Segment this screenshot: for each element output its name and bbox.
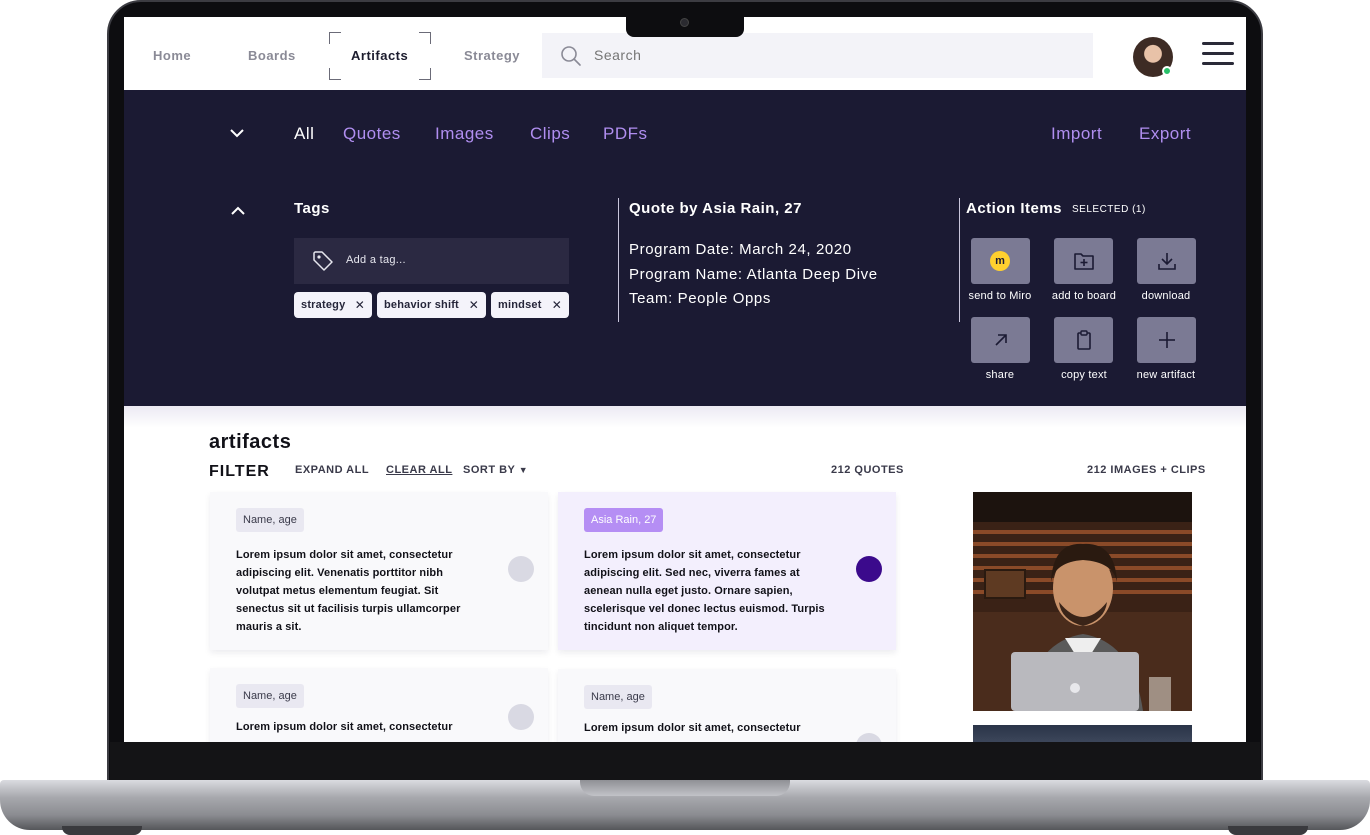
search-input[interactable]	[594, 33, 1074, 78]
clear-all-button[interactable]: CLEAR ALL	[386, 464, 452, 476]
nav-home[interactable]: Home	[153, 48, 191, 63]
chevron-down-icon[interactable]	[230, 128, 244, 138]
export-link[interactable]: Export	[1139, 124, 1191, 144]
add-tag-field[interactable]: Add a tag...	[294, 238, 569, 284]
arrow-up-right-icon	[995, 334, 1007, 346]
tab-quotes[interactable]: Quotes	[343, 124, 401, 144]
quote-card[interactable]: Name, age Lorem ipsum dolor sit amet, co…	[558, 669, 896, 742]
clipboard-icon	[1077, 330, 1091, 350]
new-artifact-button[interactable]	[1137, 317, 1196, 363]
search-icon	[561, 46, 581, 66]
download-label: download	[1141, 290, 1191, 302]
close-icon[interactable]: ✕	[469, 292, 479, 318]
online-status-dot	[1162, 66, 1172, 76]
plus-icon	[1159, 332, 1175, 348]
artifacts-section: artifacts FILTER EXPAND ALL CLEAR ALL SO…	[124, 406, 1246, 742]
image-thumbnail[interactable]	[973, 725, 1192, 742]
card-quote-text: Lorem ipsum dolor sit amet, consectetur	[236, 721, 453, 733]
select-radio[interactable]	[508, 556, 534, 582]
app-screen: Home Boards Artifacts Strategy All Quote…	[124, 17, 1246, 742]
tags-title: Tags	[294, 200, 330, 217]
laptop-foot-right	[1228, 826, 1308, 835]
tag-chip-behavior-shift: behavior shift ✕	[377, 292, 486, 318]
card-name-tag: Asia Rain, 27	[584, 508, 664, 532]
tag-chip-label: behavior shift	[384, 299, 459, 311]
import-link[interactable]: Import	[1051, 124, 1102, 144]
quote-card[interactable]: Name, age Lorem ipsum dolor sit amet, co…	[210, 492, 548, 650]
quotes-count: 212 QUOTES	[831, 464, 904, 476]
copy-text-button[interactable]	[1054, 317, 1113, 363]
active-corner-bl	[329, 68, 341, 80]
caret-down-icon: ▼	[518, 465, 529, 475]
menu-icon[interactable]	[1202, 42, 1234, 68]
add-to-board-button[interactable]	[1054, 238, 1113, 284]
folder-plus-icon	[1074, 253, 1094, 270]
quote-card-selected[interactable]: Asia Rain, 27 Lorem ipsum dolor sit amet…	[558, 492, 896, 650]
sort-by-dropdown[interactable]: SORT BY ▼	[463, 464, 528, 476]
send-to-miro-button[interactable]: m	[971, 238, 1030, 284]
divider	[959, 198, 960, 322]
download-icon	[1158, 253, 1176, 270]
card-name-tag: Name, age	[236, 684, 304, 708]
camera-icon	[680, 18, 689, 27]
add-tag-placeholder: Add a tag...	[346, 254, 406, 266]
active-corner-tl	[329, 32, 341, 44]
image-thumbnail[interactable]	[973, 492, 1192, 711]
laptop-foot-left	[62, 826, 142, 835]
selected-count: SELECTED (1)	[1072, 204, 1146, 215]
active-corner-tr	[419, 32, 431, 44]
miro-icon: m	[990, 251, 1010, 271]
action-items-title: Action Items	[966, 200, 1063, 217]
card-name-tag: Name, age	[584, 685, 652, 709]
panel-shadow	[124, 406, 1246, 428]
tag-chip-label: strategy	[301, 299, 346, 311]
select-radio[interactable]	[508, 704, 534, 730]
download-button[interactable]	[1137, 238, 1196, 284]
camera-notch	[626, 14, 744, 37]
card-quote-text: Lorem ipsum dolor sit amet, consectetur …	[236, 549, 461, 633]
tag-chip-label: mindset	[498, 299, 542, 311]
quote-card[interactable]: Name, age Lorem ipsum dolor sit amet, co…	[210, 668, 548, 742]
new-artifact-label: new artifact	[1136, 369, 1196, 381]
images-count: 212 IMAGES + CLIPS	[1087, 464, 1206, 476]
card-quote-text: Lorem ipsum dolor sit amet, consectetur …	[584, 549, 825, 633]
filter-heading: FILTER	[209, 463, 270, 480]
tab-images[interactable]: Images	[435, 124, 494, 144]
laptop-base-notch	[580, 780, 790, 796]
close-icon[interactable]: ✕	[355, 292, 365, 318]
share-button[interactable]	[971, 317, 1030, 363]
program-date: Program Date: March 24, 2020	[629, 241, 852, 258]
divider	[618, 198, 619, 322]
card-name-tag: Name, age	[236, 508, 304, 532]
tab-all[interactable]: All	[294, 124, 314, 144]
sort-by-label: SORT BY	[463, 464, 516, 476]
artifacts-heading: artifacts	[209, 431, 292, 453]
tag-chip-strategy: strategy ✕	[294, 292, 372, 318]
nav-artifacts[interactable]: Artifacts	[351, 48, 408, 63]
laptop-chin	[110, 742, 1260, 782]
tag-chip-mindset: mindset ✕	[491, 292, 569, 318]
search-bar[interactable]	[542, 33, 1093, 78]
tab-clips[interactable]: Clips	[530, 124, 570, 144]
card-quote-text: Lorem ipsum dolor sit amet, consectetur	[584, 722, 801, 734]
laptop-base	[0, 780, 1370, 830]
nav-strategy[interactable]: Strategy	[464, 48, 520, 63]
nav-boards[interactable]: Boards	[248, 48, 296, 63]
close-icon[interactable]: ✕	[552, 292, 562, 318]
tag-icon	[313, 251, 333, 271]
avatar[interactable]	[1133, 37, 1173, 77]
select-radio[interactable]	[856, 556, 882, 582]
select-radio[interactable]	[856, 733, 882, 742]
active-corner-br	[419, 68, 431, 80]
quote-title: Quote by Asia Rain, 27	[629, 200, 802, 217]
team: Team: People Opps	[629, 290, 771, 307]
artifact-detail-panel: All Quotes Images Clips PDFs Import Expo…	[124, 90, 1246, 406]
program-name: Program Name: Atlanta Deep Dive	[629, 266, 878, 283]
tab-pdfs[interactable]: PDFs	[603, 124, 648, 144]
portrait-photo	[973, 492, 1192, 711]
chevron-up-icon[interactable]	[231, 206, 245, 216]
expand-all-button[interactable]: EXPAND ALL	[295, 464, 369, 476]
